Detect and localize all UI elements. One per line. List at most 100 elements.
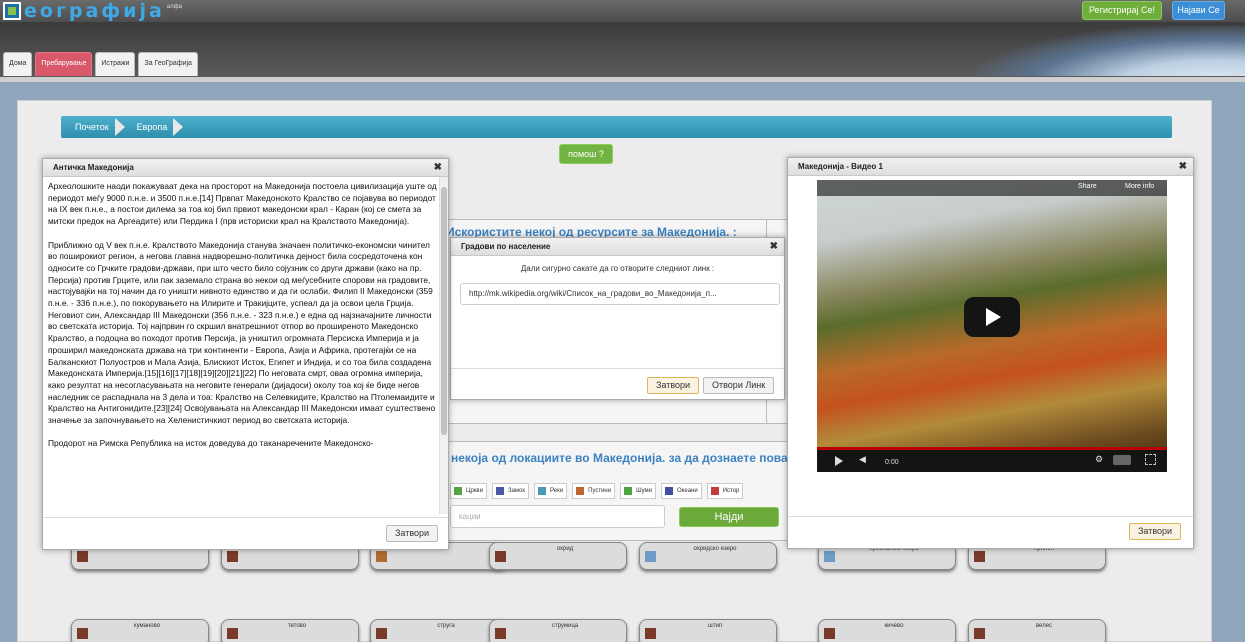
open-link-button[interactable]: Отвори Линк: [703, 377, 775, 394]
location-label: тетово: [287, 623, 307, 629]
more-info-button[interactable]: More info: [1125, 183, 1154, 190]
legend-history[interactable]: Истор: [706, 483, 744, 499]
tab-search[interactable]: Пребарување: [35, 52, 93, 76]
location-label: штип: [707, 623, 723, 629]
main-nav: Дома Пребарување Истражи За ГеоГрафија: [3, 52, 198, 76]
volume-icon[interactable]: ◀: [859, 454, 866, 465]
location-tile[interactable]: куманово: [71, 619, 209, 642]
play-icon[interactable]: [964, 297, 1020, 337]
location-tile[interactable]: охрид: [489, 542, 627, 570]
legend-churches[interactable]: Цркви: [450, 483, 487, 499]
location-tile[interactable]: струмица: [489, 619, 627, 642]
location-label: велес: [1035, 623, 1053, 629]
location-search-input[interactable]: кации: [450, 505, 665, 528]
location-tile[interactable]: охридско езеро: [639, 542, 777, 570]
location-label: кичево: [884, 623, 904, 629]
location-tile[interactable]: штип: [639, 619, 777, 642]
article-dialog: Античка Македонија ✖ Археолошките наоди п…: [42, 158, 449, 550]
logo-icon: [3, 2, 21, 20]
location-tile[interactable]: велес: [968, 619, 1106, 642]
location-color-icon: [495, 551, 506, 562]
legend-castles[interactable]: Замок: [491, 483, 530, 499]
dialog-message: Дали сигурно сакате да го отворите следн…: [520, 264, 715, 273]
locations-heading: некоја од локациите во Македонија. за да…: [451, 451, 788, 465]
legend-swatch: [495, 487, 504, 495]
dialog-footer-divider: [43, 517, 448, 518]
legend-deserts[interactable]: Пустини: [572, 483, 616, 499]
video-time: 0:00: [885, 459, 899, 466]
cancel-button[interactable]: Затвори: [647, 377, 700, 394]
location-color-icon: [645, 551, 656, 562]
legend-oceans[interactable]: Океани: [661, 483, 702, 499]
tab-home[interactable]: Дома: [3, 52, 33, 76]
location-label: охридско езеро: [693, 546, 737, 552]
dialog-title: Градови по население ✖: [451, 238, 784, 256]
legend-swatch: [624, 487, 633, 495]
location-color-icon: [227, 551, 238, 562]
location-label: охрид: [556, 546, 574, 552]
location-label: куманово: [133, 623, 161, 629]
location-color-icon: [376, 628, 387, 639]
article-close-button[interactable]: Затвори: [386, 525, 439, 542]
article-paragraph: Продорот на Римска Република на исток до…: [48, 438, 374, 449]
help-button[interactable]: помош ?: [559, 144, 613, 164]
location-color-icon: [227, 628, 238, 639]
dialog-footer-divider: [451, 368, 784, 369]
settings-icon[interactable]: ⚙: [1095, 454, 1103, 465]
link-url-field[interactable]: http://mk.wikipedia.org/wiki/Список_на_г…: [460, 283, 780, 305]
video-close-button[interactable]: Затвори: [1129, 523, 1182, 540]
dialog-title: Античка Македонија ✖: [43, 159, 448, 177]
close-icon[interactable]: ✖: [770, 238, 778, 256]
legend-swatch: [710, 487, 719, 495]
earth-image: [975, 26, 1245, 76]
legend-rivers[interactable]: Реки: [534, 483, 568, 499]
location-tile[interactable]: струга: [370, 619, 508, 642]
fullscreen-icon[interactable]: [1145, 454, 1156, 465]
breadcrumb-europe[interactable]: Европа: [137, 122, 168, 132]
breadcrumb-arrow-icon: [114, 118, 125, 136]
header-divider: [0, 77, 1245, 82]
register-button[interactable]: Регистрирај Се!: [1082, 1, 1162, 20]
video-dialog: Македонија - Видео 1 ✖ Share More info ◀ …: [787, 157, 1194, 549]
location-color-icon: [645, 628, 656, 639]
location-color-icon: [974, 551, 985, 562]
tab-explore[interactable]: Истражи: [95, 52, 136, 76]
location-tile[interactable]: тетово: [221, 619, 359, 642]
video-top-bar: Share More info: [817, 180, 1167, 196]
legend-swatch: [454, 487, 462, 495]
legend-forests[interactable]: Шуми: [620, 483, 657, 499]
location-color-icon: [495, 628, 506, 639]
location-tile[interactable]: кичево: [818, 619, 956, 642]
location-color-icon: [824, 551, 835, 562]
legend-swatch: [665, 487, 674, 495]
dialog-title: Македонија - Видео 1 ✖: [788, 158, 1193, 176]
login-button[interactable]: Најави Се: [1172, 1, 1225, 20]
close-icon[interactable]: ✖: [434, 159, 442, 177]
tab-about[interactable]: За ГеоГрафија: [138, 52, 198, 76]
close-icon[interactable]: ✖: [1179, 158, 1187, 176]
article-scrollbar[interactable]: [439, 177, 448, 514]
category-legend: Цркви Замок Реки Пустини Шуми Океани Ист…: [450, 483, 785, 503]
share-button[interactable]: Share: [1078, 183, 1097, 190]
find-button[interactable]: Најди: [679, 507, 779, 527]
scroll-thumb[interactable]: [441, 187, 447, 435]
site-logo[interactable]: еографија алфа: [3, 1, 182, 21]
location-color-icon: [824, 628, 835, 639]
location-label: струга: [437, 623, 455, 629]
location-label: струмица: [551, 623, 579, 629]
location-color-icon: [77, 628, 88, 639]
dialog-footer-divider: [788, 516, 1193, 517]
legend-swatch: [538, 487, 547, 495]
legend-swatch: [576, 487, 585, 495]
article-paragraph: Приближно од V век п.н.е. Кралството Мак…: [48, 239, 436, 426]
youtube-logo-icon[interactable]: [1113, 455, 1131, 465]
video-player[interactable]: Share More info ◀ 0:00 ⚙: [817, 180, 1167, 472]
location-color-icon: [974, 628, 985, 639]
logo-text: еографија: [24, 0, 165, 22]
breadcrumb: Почеток Европа: [61, 116, 1172, 138]
article-paragraph: Археолошките наоди покажуваат дека на пр…: [48, 181, 437, 227]
breadcrumb-home[interactable]: Почеток: [75, 122, 109, 132]
link-confirm-dialog: Градови по население ✖ Дали сигурно сакат…: [450, 237, 785, 400]
play-small-icon[interactable]: [835, 456, 843, 466]
breadcrumb-arrow-icon: [173, 118, 184, 136]
